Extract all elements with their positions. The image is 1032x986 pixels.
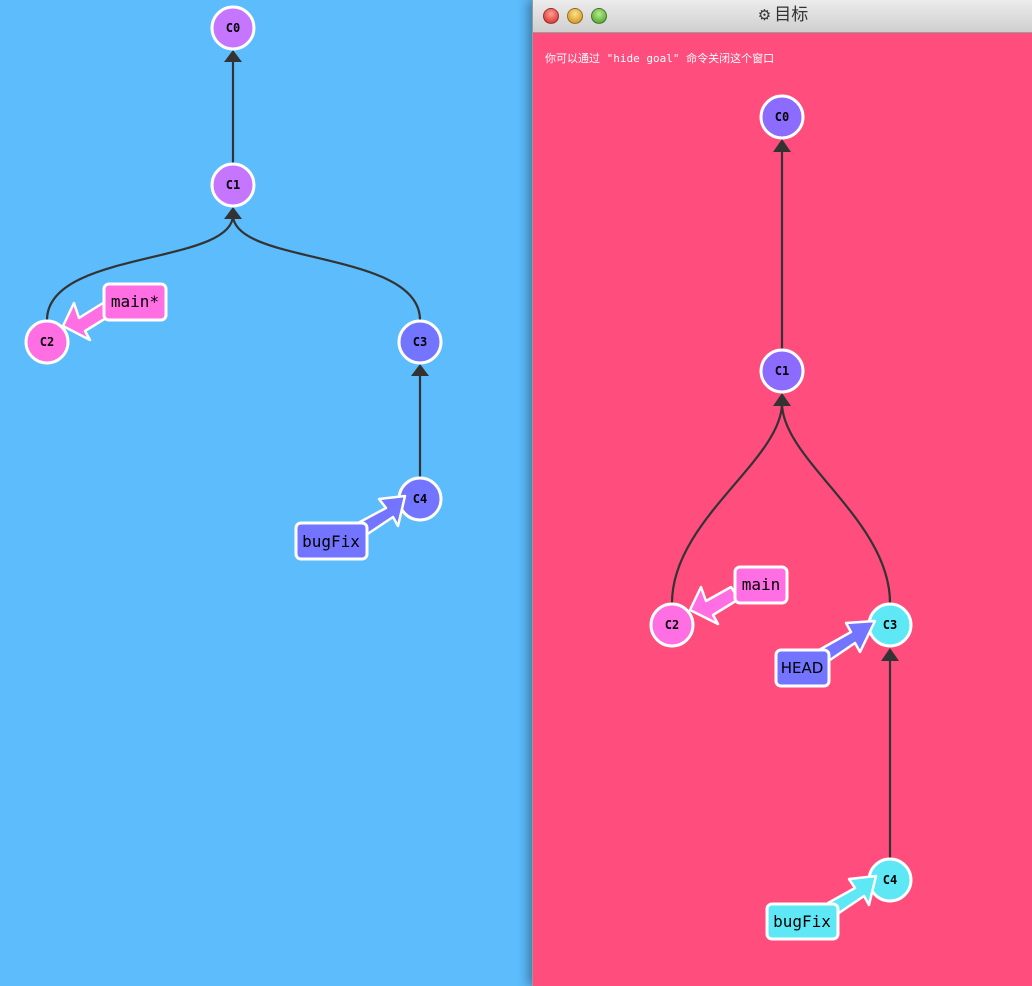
main-git-tree: C0 C1 C2 C3 C4 main* bugFix <box>24 5 443 561</box>
commit-c0[interactable]: C0 <box>210 5 256 51</box>
commit-c2-label: C2 <box>40 335 54 349</box>
goal-branch-main: main <box>688 565 789 626</box>
branch-main[interactable]: main* <box>61 282 168 342</box>
commit-c4-label: C4 <box>413 492 427 506</box>
arrow-c3 <box>411 364 429 376</box>
goal-commit-c0-label: C0 <box>775 110 789 124</box>
arrow-c0 <box>224 50 242 62</box>
goal-branch-bugfix-label: bugFix <box>773 912 831 931</box>
goal-branch-main-arrow <box>688 585 741 626</box>
goal-window[interactable]: ⚙ 目标 你可以通过 "hide goal" 命令关闭这个窗口 C0 C1 C2 … <box>532 0 1032 986</box>
goal-arrow-c3 <box>881 648 899 661</box>
goal-arrow-c0 <box>773 139 791 152</box>
branch-bugfix[interactable]: bugFix <box>294 494 407 561</box>
goal-commit-c1: C1 <box>759 348 805 394</box>
goal-branch-bugfix: bugFix <box>765 874 878 941</box>
goal-commit-c0: C0 <box>759 94 805 140</box>
edge-c3-c1 <box>231 214 422 321</box>
goal-commit-c3: C3 <box>867 602 913 648</box>
goal-git-tree: C0 C1 C2 C3 C4 main HEAD bugFix <box>649 94 913 941</box>
commit-c1-label: C1 <box>226 178 240 192</box>
goal-commit-c1-label: C1 <box>775 364 789 378</box>
goal-head-label: HEAD <box>781 659 824 677</box>
commit-c0-label: C0 <box>226 21 240 35</box>
commit-c2[interactable]: C2 <box>24 319 70 365</box>
goal-head: HEAD <box>774 619 877 688</box>
goal-commit-c2: C2 <box>649 602 695 648</box>
branch-main-label: main* <box>111 292 159 311</box>
goal-arrow-c1 <box>773 393 791 406</box>
commit-c1[interactable]: C1 <box>210 162 256 208</box>
arrow-c1 <box>224 207 242 219</box>
goal-commit-c4-label: C4 <box>883 873 897 887</box>
commit-c3[interactable]: C3 <box>397 319 443 365</box>
commit-c3-label: C3 <box>413 335 427 349</box>
goal-edge-c3-c1 <box>780 402 892 604</box>
goal-commit-c2-label: C2 <box>665 618 679 632</box>
goal-commit-c3-label: C3 <box>883 618 897 632</box>
goal-branch-main-label: main <box>742 575 781 594</box>
branch-bugfix-label: bugFix <box>302 532 360 551</box>
